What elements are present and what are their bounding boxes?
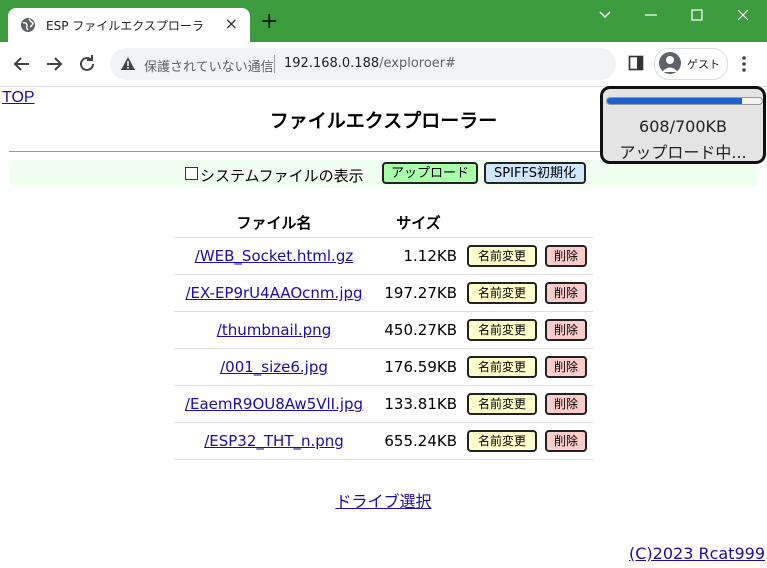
browser-title-bar: ESP ファイルエクスプローラ × +	[0, 0, 767, 42]
rename-button[interactable]: 名前変更	[467, 393, 537, 415]
delete-button[interactable]: 削除	[545, 393, 587, 415]
delete-button[interactable]: 削除	[545, 356, 587, 378]
browser-toolbar: 保護されていない通信 192.168.0.188/exploroer# ゲスト	[0, 42, 767, 87]
file-link[interactable]: /thumbnail.png	[217, 321, 331, 339]
profile-label: ゲスト	[687, 58, 720, 71]
address-separator	[274, 55, 275, 73]
delete-button[interactable]: 削除	[545, 319, 587, 341]
chevron-down-icon[interactable]	[582, 0, 628, 30]
table-row: /thumbnail.png 450.27KB 名前変更 削除	[174, 311, 593, 349]
avatar	[659, 52, 681, 74]
column-header-actions	[463, 207, 593, 238]
table-row: /EaemR9OU8Aw5VlI.jpg 133.81KB 名前変更 削除	[174, 385, 593, 423]
new-tab-button[interactable]: +	[260, 11, 278, 33]
upload-button[interactable]: アップロード	[382, 162, 478, 184]
minimize-button[interactable]	[628, 0, 674, 30]
rename-button[interactable]: 名前変更	[467, 245, 537, 267]
forward-arrow-icon[interactable]	[42, 52, 66, 76]
table-row: /ESP32_THT_n.png 655.24KB 名前変更 削除	[174, 422, 593, 460]
tab-close-button[interactable]: ×	[225, 14, 238, 34]
profile-button[interactable]: ゲスト	[654, 48, 728, 80]
spiffs-format-button[interactable]: SPIFFS初期化	[484, 162, 586, 184]
back-arrow-icon[interactable]	[10, 52, 34, 76]
checkbox-box[interactable]	[185, 167, 198, 180]
file-size: 197.27KB	[374, 274, 463, 312]
upload-progress-panel: 608/700KB アップロード中...	[600, 86, 766, 164]
progress-size-text: 608/700KB	[639, 117, 727, 136]
file-size: 1.12KB	[374, 237, 463, 275]
drive-select-link[interactable]: ドライブ選択	[0, 488, 767, 512]
file-size: 655.24KB	[374, 422, 463, 460]
globe-icon	[21, 18, 35, 32]
tab-title: ESP ファイルエクスプローラ	[46, 19, 204, 33]
address-bar[interactable]: 保護されていない通信 192.168.0.188/exploroer#	[110, 48, 616, 80]
file-link[interactable]: /WEB_Socket.html.gz	[195, 247, 353, 265]
file-link[interactable]: /EaemR9OU8Aw5VlI.jpg	[185, 395, 363, 413]
table-row: /001_size6.jpg 176.59KB 名前変更 削除	[174, 348, 593, 386]
column-header-name: ファイル名	[236, 213, 312, 232]
warning-icon[interactable]	[120, 56, 136, 72]
rename-button[interactable]: 名前変更	[467, 319, 537, 341]
column-header-size: サイズ	[396, 213, 441, 232]
rename-button[interactable]: 名前変更	[467, 430, 537, 452]
file-link[interactable]: /EX-EP9rU4AAOcnm.jpg	[185, 284, 362, 302]
rename-button[interactable]: 名前変更	[467, 356, 537, 378]
file-table: ファイル名 サイズ /WEB_Socket.html.gz 1.12KB 名前変…	[174, 207, 593, 460]
copyright-link[interactable]: (C)2023 Rcat999	[629, 544, 765, 563]
system-files-label: システムファイルの表示	[200, 167, 364, 185]
delete-button[interactable]: 削除	[545, 430, 587, 452]
progress-bar-fill	[607, 98, 742, 104]
rename-button[interactable]: 名前変更	[467, 282, 537, 304]
url-host: 192.168.0.188	[284, 56, 380, 71]
file-size: 450.27KB	[374, 311, 463, 349]
system-files-checkbox[interactable]: システムファイルの表示	[185, 165, 364, 186]
url-text[interactable]: 192.168.0.188/exploroer#	[284, 56, 456, 71]
table-row: /WEB_Socket.html.gz 1.12KB 名前変更 削除	[174, 237, 593, 275]
reload-icon[interactable]	[75, 52, 99, 76]
file-size: 133.81KB	[374, 385, 463, 423]
security-status[interactable]: 保護されていない通信	[144, 56, 274, 75]
browser-tab[interactable]: ESP ファイルエクスプローラ ×	[8, 8, 250, 42]
delete-button[interactable]: 削除	[545, 245, 587, 267]
progress-bar	[606, 97, 763, 105]
url-path: /exploroer#	[379, 56, 457, 71]
side-panel-icon[interactable]	[628, 55, 644, 71]
delete-button[interactable]: 削除	[545, 282, 587, 304]
window-close-button[interactable]	[720, 0, 766, 30]
table-row: /EX-EP9rU4AAOcnm.jpg 197.27KB 名前変更 削除	[174, 274, 593, 312]
progress-status-text: アップロード中...	[619, 143, 747, 162]
more-menu-icon[interactable]	[737, 54, 751, 74]
file-size: 176.59KB	[374, 348, 463, 386]
maximize-button[interactable]	[674, 0, 720, 30]
user-icon	[662, 56, 678, 72]
file-link[interactable]: /ESP32_THT_n.png	[204, 432, 344, 450]
top-link[interactable]: TOP	[2, 89, 35, 107]
file-link[interactable]: /001_size6.jpg	[220, 358, 328, 376]
